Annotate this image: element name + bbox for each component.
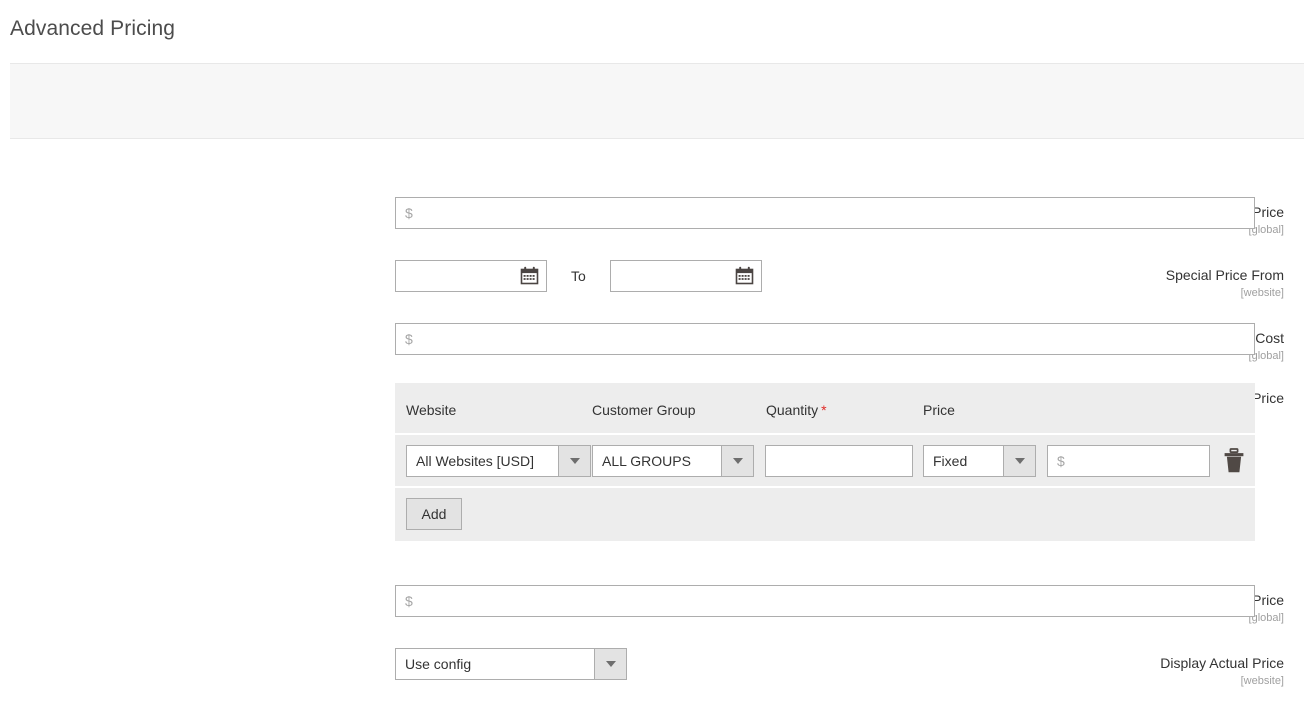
customer-group-price-table: Website Customer Group Quantity * Price A… — [395, 383, 1255, 541]
row-delete-button[interactable] — [1222, 448, 1246, 474]
trash-icon — [1222, 448, 1246, 477]
table-header-row: Website Customer Group Quantity * Price — [395, 383, 1255, 435]
chevron-down-icon[interactable] — [1003, 446, 1035, 476]
chevron-down-icon[interactable] — [558, 446, 590, 476]
page-title: Advanced Pricing — [10, 17, 176, 40]
cost-input[interactable] — [395, 323, 1255, 355]
row-website-select[interactable]: All Websites [USD] — [406, 445, 591, 477]
special-price-input[interactable] — [395, 197, 1255, 229]
column-header-website: Website — [406, 402, 457, 418]
column-header-quantity: Quantity * — [766, 401, 827, 419]
date-range-to-label: To — [571, 268, 586, 284]
add-tier-price-button[interactable]: Add — [406, 498, 462, 530]
display-actual-price-scope: [website] — [1240, 675, 1284, 687]
display-actual-price-value: Use config — [405, 656, 472, 672]
special-price-to-input[interactable] — [609, 260, 762, 292]
chevron-down-icon[interactable] — [594, 649, 626, 679]
toolbar-strip — [10, 63, 1304, 139]
special-price-from-scope: [website] — [1240, 287, 1284, 299]
special-price-from-label: Special Price From [website] — [949, 266, 1314, 300]
column-header-price: Price — [923, 402, 955, 418]
row-price-type-value: Fixed — [933, 453, 968, 469]
display-actual-price-label-text: Display Actual Price — [1160, 655, 1284, 671]
row-customer-group-value: ALL GROUPS — [602, 453, 691, 469]
minimum-advertised-price-input[interactable] — [395, 585, 1255, 617]
display-actual-price-select[interactable]: Use config — [395, 648, 627, 680]
column-header-customer-group: Customer Group — [592, 402, 696, 418]
special-price-to-date-wrap — [609, 260, 762, 292]
table-row: All Websites [USD] ALL GROUPS Fixed — [395, 435, 1255, 488]
row-customer-group-select[interactable]: ALL GROUPS — [592, 445, 754, 477]
table-footer-row: Add — [395, 488, 1255, 541]
row-price-input[interactable] — [1047, 445, 1210, 477]
chevron-down-icon[interactable] — [721, 446, 753, 476]
special-price-from-input[interactable] — [395, 260, 547, 292]
row-quantity-input[interactable] — [765, 445, 913, 477]
row-price-type-select[interactable]: Fixed — [923, 445, 1036, 477]
column-header-quantity-text: Quantity — [766, 402, 819, 418]
row-website-value: All Websites [USD] — [416, 453, 534, 469]
display-actual-price-label: Display Actual Price [website] — [949, 654, 1314, 688]
required-asterisk: * — [821, 402, 827, 418]
special-price-from-date-wrap — [395, 260, 547, 292]
special-price-from-label-text: Special Price From — [1165, 267, 1284, 283]
